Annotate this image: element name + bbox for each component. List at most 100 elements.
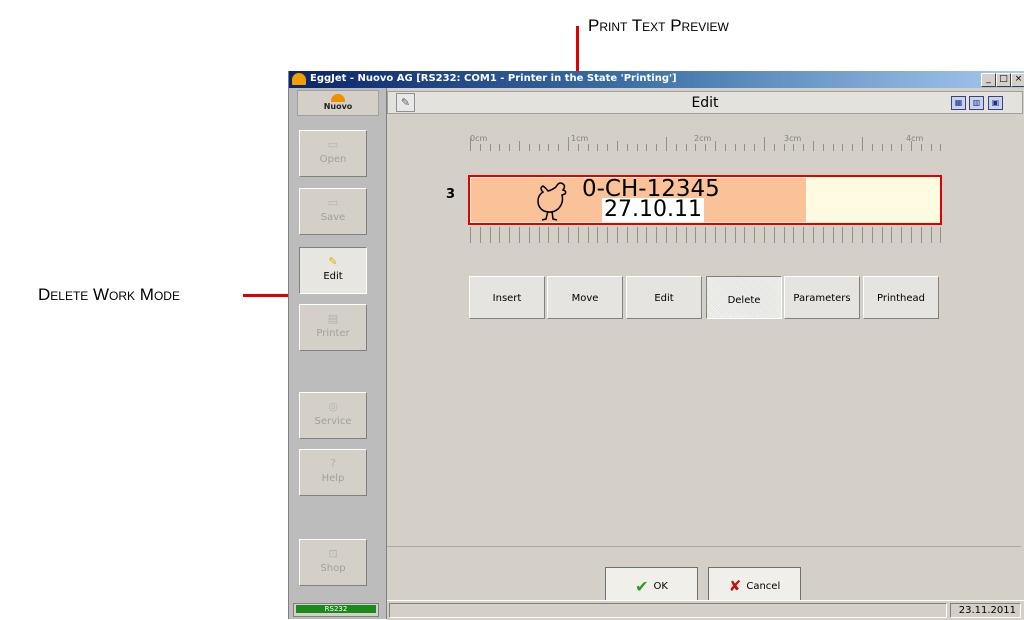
ruler-tick (754, 144, 756, 151)
ruler-tick (705, 144, 707, 151)
ruler-tick (744, 227, 746, 243)
ruler-tick (901, 144, 903, 151)
ruler-tick (597, 144, 599, 151)
callout-delete-work-mode-label: Delete Work Mode (38, 285, 180, 304)
ruler-tick (548, 144, 550, 151)
ruler-tick (724, 227, 726, 243)
ruler-tick (675, 144, 677, 151)
minimize-button[interactable]: _ (981, 73, 996, 87)
cancel-x-icon: ✘ (728, 577, 742, 595)
ruler-tick (666, 227, 667, 243)
checkmark-icon: ✔ (635, 576, 649, 596)
sidebar-item-label: Edit (323, 271, 343, 282)
mode-move-button[interactable]: Move (547, 276, 623, 319)
sidebar-item-label: Printer (316, 328, 350, 339)
ruler-tick (568, 137, 569, 151)
mode-edit-button[interactable]: Edit (626, 276, 702, 319)
ruler-tick (577, 227, 579, 243)
ruler-tick (499, 227, 501, 243)
ruler-tick (852, 227, 854, 243)
calendar-icon[interactable]: ▥ (969, 96, 984, 110)
connection-status: RS232 (293, 603, 379, 617)
ruler-tick (646, 227, 648, 243)
ruler-tick (607, 144, 609, 151)
ruler-tick (558, 227, 560, 243)
logo: Nuovo (297, 90, 379, 116)
ruler-tick (793, 144, 795, 151)
app-icon (292, 73, 306, 85)
ruler-tick (656, 144, 658, 151)
ruler-tick (538, 144, 540, 151)
ruler-label: 0cm (470, 134, 488, 143)
ruler-tick (685, 144, 687, 151)
ruler-label: 4cm (906, 134, 924, 143)
ruler-tick (548, 227, 550, 243)
ruler-tick (499, 144, 501, 151)
ruler-tick (656, 227, 658, 243)
view-icon[interactable]: ▦ (951, 96, 966, 110)
sidebar-item-help[interactable]: ? Help (299, 449, 367, 496)
ruler-tick (920, 227, 922, 243)
mode-parameters-button[interactable]: Parameters (784, 276, 860, 319)
status-date: 23.11.2011 (950, 603, 1021, 618)
mode-delete-button[interactable]: Delete (706, 276, 782, 319)
close-button[interactable]: × (1011, 73, 1024, 87)
ruler-tick (558, 144, 560, 151)
title-bar: EggJet - Nuovo AG [RS232: COM1 - Printer… (289, 71, 1024, 88)
ruler-tick (822, 227, 824, 243)
ruler-tick (940, 144, 942, 151)
ruler-tick (803, 144, 805, 151)
ruler-top: 0cm 1cm 2cm 3cm 4cm (470, 133, 944, 151)
sidebar-item-label: Help (321, 473, 345, 484)
ruler-tick (479, 227, 481, 243)
sidebar-item-open[interactable]: ▭ Open (299, 130, 367, 177)
ruler-tick (842, 227, 844, 243)
mode-printhead-button[interactable]: Printhead (863, 276, 939, 319)
print-text-preview[interactable]: 0-CH-12345 27.10.11 (468, 175, 942, 225)
folder-icon: ▭ (327, 196, 339, 209)
ruler-tick (597, 227, 599, 243)
status-bar: 23.11.2011 (387, 600, 1024, 620)
ruler-tick (862, 227, 863, 243)
ruler-tick (930, 227, 932, 243)
display-icon[interactable]: ▣ (988, 96, 1003, 110)
help-icon: ? (330, 457, 336, 470)
ruler-tick (871, 227, 873, 243)
ruler-tick (685, 227, 687, 243)
ruler-tick (793, 227, 795, 243)
ruler-tick (734, 144, 736, 151)
ruler-tick (813, 141, 814, 151)
ruler-tick (764, 227, 765, 243)
ruler-tick (911, 141, 912, 151)
ruler-tick (568, 227, 569, 243)
ruler-tick (617, 141, 618, 151)
ruler-tick (881, 227, 883, 243)
ruler-tick (528, 227, 530, 243)
mode-insert-button[interactable]: Insert (469, 276, 545, 319)
ruler-tick (626, 144, 628, 151)
ruler-tick (470, 137, 471, 151)
sidebar-item-label: Open (319, 154, 347, 165)
ruler-tick (803, 227, 805, 243)
sidebar: Nuovo ▭ Open ▭ Save ✎ Edit ▤ Printer ◎ S… (289, 88, 387, 619)
ruler-tick (695, 144, 697, 151)
status-main (389, 603, 947, 618)
service-icon: ◎ (328, 400, 338, 413)
sidebar-item-service[interactable]: ◎ Service (299, 392, 367, 439)
ruler-tick (940, 227, 942, 243)
ruler-tick (871, 144, 873, 151)
ruler-tick (675, 227, 677, 243)
sidebar-item-edit[interactable]: ✎ Edit (299, 247, 367, 294)
ruler-tick (783, 144, 785, 151)
ruler-bottom (470, 227, 944, 245)
cancel-label: Cancel (746, 580, 781, 592)
maximize-button[interactable]: □ (996, 73, 1011, 87)
callout-print-text-preview: Print Text Preview (588, 16, 729, 36)
connection-indicator: RS232 (296, 605, 376, 613)
chicken-icon[interactable] (534, 179, 572, 223)
sidebar-item-save[interactable]: ▭ Save (299, 188, 367, 235)
ruler-tick (783, 227, 785, 243)
sidebar-item-shop[interactable]: ⊡ Shop (299, 539, 367, 586)
ruler-tick (646, 144, 648, 151)
sidebar-item-printer[interactable]: ▤ Printer (299, 304, 367, 351)
